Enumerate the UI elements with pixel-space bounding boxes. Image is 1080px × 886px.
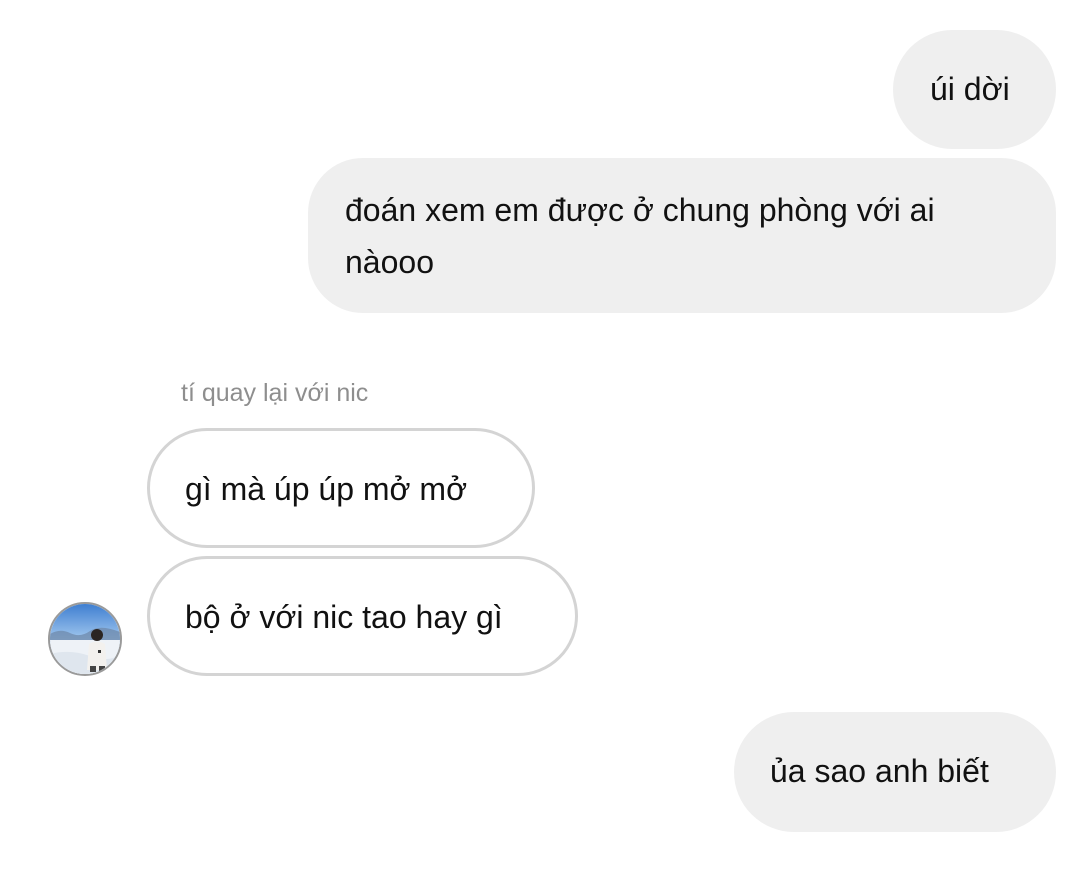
chat-thread: úi dời đoán xem em được ở chung phòng vớ…: [0, 0, 1080, 886]
received-message-bubble[interactable]: bộ ở với nic tao hay gì: [147, 556, 578, 676]
avatar-photo-icon: [50, 604, 120, 674]
sent-message-bubble[interactable]: đoán xem em được ở chung phòng với ai nà…: [308, 158, 1056, 313]
sent-message-bubble[interactable]: ủa sao anh biết: [734, 712, 1056, 832]
reply-context-label: tí quay lại với nic: [181, 379, 369, 407]
received-message-bubble[interactable]: gì mà úp úp mở mở: [147, 428, 535, 548]
avatar[interactable]: [48, 602, 122, 676]
sent-message-bubble[interactable]: úi dời: [893, 30, 1056, 149]
